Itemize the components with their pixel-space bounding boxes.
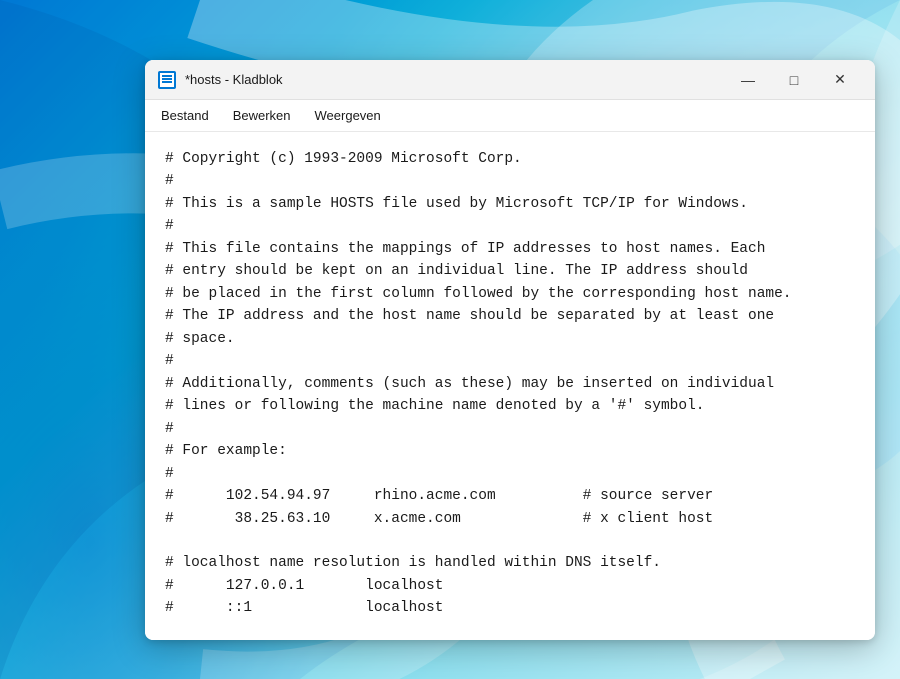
window-title: *hosts - Kladblok — [185, 72, 725, 87]
menu-bewerken[interactable]: Bewerken — [221, 104, 303, 127]
window-controls: — □ ✕ — [725, 64, 863, 96]
app-icon — [157, 70, 177, 90]
editor-container[interactable]: # Copyright (c) 1993-2009 Microsoft Corp… — [145, 132, 875, 640]
minimize-button[interactable]: — — [725, 64, 771, 96]
notepad-icon — [158, 71, 176, 89]
menu-bestand[interactable]: Bestand — [149, 104, 221, 127]
title-bar: *hosts - Kladblok — □ ✕ — [145, 60, 875, 100]
menu-weergeven[interactable]: Weergeven — [303, 104, 393, 127]
editor-text[interactable]: # Copyright (c) 1993-2009 Microsoft Corp… — [165, 148, 855, 624]
menu-bar: Bestand Bewerken Weergeven — [145, 100, 875, 132]
close-button[interactable]: ✕ — [817, 64, 863, 96]
notepad-window: *hosts - Kladblok — □ ✕ Bestand Bewerken… — [145, 60, 875, 640]
maximize-button[interactable]: □ — [771, 64, 817, 96]
